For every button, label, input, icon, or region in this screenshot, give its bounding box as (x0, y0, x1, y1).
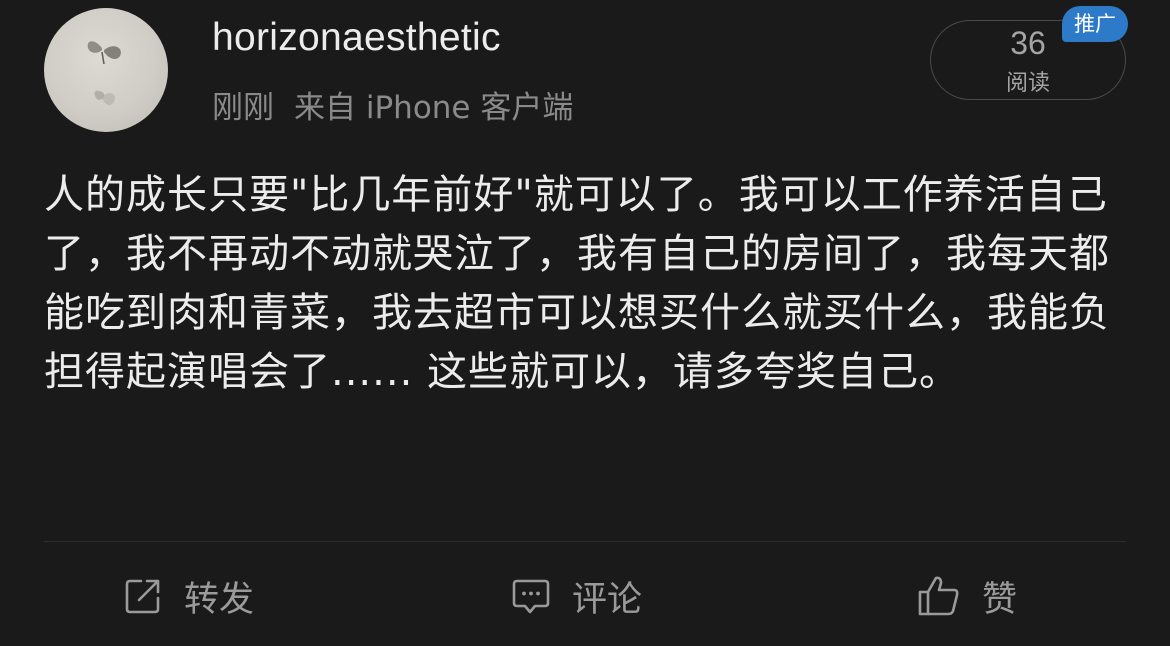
username[interactable]: horizonaesthetic (212, 16, 501, 60)
post-time: 刚刚 (212, 90, 274, 126)
comment-label: 评论 (572, 579, 643, 620)
source-device: iPhone 客户端 (365, 90, 574, 126)
promo-tag: 推广 (1062, 6, 1128, 42)
weibo-post-card: horizonaesthetic 刚刚 来自 iPhone 客户端 36 阅读 推… (0, 0, 1170, 646)
divider (44, 541, 1126, 542)
avatar[interactable] (44, 8, 168, 132)
comment-icon (510, 575, 552, 617)
like-label: 赞 (982, 579, 1018, 620)
post-meta: 刚刚 来自 iPhone 客户端 (212, 82, 573, 127)
post-content: 人的成长只要"比几年前好"就可以了。我可以工作养活自己了，我不再动不动就哭泣了，… (44, 172, 1110, 395)
read-label: 阅读 (1005, 71, 1050, 96)
repost-button[interactable]: 转发 (122, 570, 254, 622)
butterfly-avatar-image (87, 41, 121, 105)
like-button[interactable]: 赞 (916, 570, 1017, 622)
share-icon (122, 575, 164, 617)
comment-button[interactable]: 评论 (510, 570, 642, 622)
source-prefix: 来自 (294, 90, 356, 126)
thumbs-up-icon (916, 573, 962, 619)
repost-label: 转发 (184, 579, 255, 620)
